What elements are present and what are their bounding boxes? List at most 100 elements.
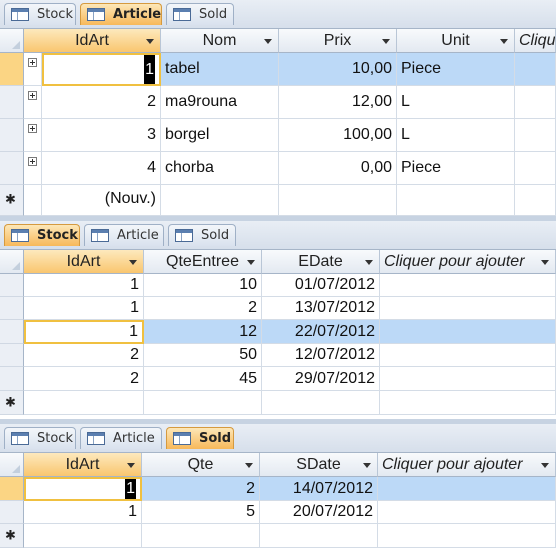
table-cell[interactable] [380,320,556,344]
dropdown-arrow-icon[interactable] [541,260,549,265]
table-cell[interactable] [515,53,556,86]
record-selector[interactable] [0,86,24,119]
new-record-selector[interactable] [0,185,24,216]
expand-plus-icon[interactable] [28,58,37,67]
table-cell[interactable]: chorba [161,152,279,185]
table-cell[interactable]: 1 [42,53,161,86]
table-cell[interactable]: 1 [24,274,144,297]
table-cell[interactable]: 1 [24,297,144,320]
dropdown-arrow-icon[interactable] [247,260,255,265]
table-cell[interactable] [24,86,42,119]
dropdown-arrow-icon[interactable] [500,39,508,44]
table-cell[interactable]: 12/07/2012 [262,344,380,367]
column-header-add-field[interactable]: Cliquer pour ajouter [378,453,556,477]
dropdown-arrow-icon[interactable] [127,463,135,468]
dropdown-arrow-icon[interactable] [129,260,137,265]
record-selector[interactable] [0,320,24,344]
dropdown-arrow-icon[interactable] [365,260,373,265]
expand-plus-icon[interactable] [28,91,37,100]
column-header-add-field[interactable]: Cliquer pour ajouter [380,250,556,274]
table-cell[interactable] [515,152,556,185]
table-cell[interactable]: 22/07/2012 [262,320,380,344]
table-cell[interactable] [397,185,515,216]
select-all-corner[interactable] [0,29,24,53]
table-cell[interactable] [380,297,556,320]
table-cell[interactable] [515,185,556,216]
table-cell[interactable] [24,391,144,415]
record-selector[interactable] [0,152,24,185]
column-header-nom[interactable]: Nom [161,29,279,53]
tab-sold[interactable]: Sold [166,3,234,25]
table-cell[interactable]: 1 [24,477,142,501]
table-cell[interactable]: ma9rouna [161,86,279,119]
table-cell[interactable]: 2 [42,86,161,119]
record-selector[interactable] [0,477,24,501]
table-cell[interactable]: borgel [161,119,279,152]
dropdown-arrow-icon[interactable] [363,463,371,468]
column-header-add-field[interactable]: Clique [515,29,556,53]
table-cell[interactable]: Piece [397,53,515,86]
table-cell[interactable] [515,119,556,152]
table-cell[interactable] [24,152,42,185]
table-cell[interactable] [24,53,42,86]
column-header-prix[interactable]: Prix [279,29,397,53]
table-cell[interactable]: 12 [144,320,262,344]
dropdown-arrow-icon[interactable] [146,39,154,44]
table-cell[interactable]: 13/07/2012 [262,297,380,320]
table-cell[interactable] [378,477,556,501]
table-cell[interactable]: 01/07/2012 [262,274,380,297]
expand-plus-icon[interactable] [28,157,37,166]
table-cell[interactable] [380,344,556,367]
record-selector[interactable] [0,344,24,367]
table-cell[interactable]: 2 [142,477,260,501]
table-cell[interactable] [380,367,556,391]
table-cell[interactable]: 2 [24,344,144,367]
table-cell[interactable]: 12,00 [279,86,397,119]
column-header-sdate[interactable]: SDate [260,453,378,477]
record-selector[interactable] [0,119,24,152]
tab-stock[interactable]: Stock [4,3,76,25]
record-selector[interactable] [0,274,24,297]
dropdown-arrow-icon[interactable] [382,39,390,44]
record-selector[interactable] [0,297,24,320]
table-cell[interactable]: 5 [142,501,260,524]
table-cell[interactable]: 2 [24,367,144,391]
column-header-idart[interactable]: IdArt [24,29,161,53]
table-cell[interactable]: 50 [144,344,262,367]
table-cell[interactable]: 10 [144,274,262,297]
new-record-selector[interactable] [0,524,24,548]
tab-stock[interactable]: Stock [4,427,76,449]
table-cell[interactable] [260,524,378,548]
record-selector[interactable] [0,501,24,524]
table-cell[interactable] [378,501,556,524]
tab-sold[interactable]: Sold [168,224,236,246]
expand-plus-icon[interactable] [28,124,37,133]
new-record-cell[interactable]: (Nouv.) [42,185,161,216]
column-header-edate[interactable]: EDate [262,250,380,274]
table-cell[interactable]: Piece [397,152,515,185]
tab-article[interactable]: Article [84,224,164,246]
table-cell[interactable]: 4 [42,152,161,185]
dropdown-arrow-icon[interactable] [245,463,253,468]
select-all-corner[interactable] [0,250,24,274]
tab-article[interactable]: Article [80,427,162,449]
table-cell[interactable]: L [397,86,515,119]
table-cell[interactable]: 1 [24,501,142,524]
table-cell[interactable] [380,391,556,415]
tab-article[interactable]: Article [80,3,162,25]
table-cell[interactable] [24,119,42,152]
table-cell[interactable]: 2 [144,297,262,320]
table-cell[interactable]: 10,00 [279,53,397,86]
table-cell[interactable]: 14/07/2012 [260,477,378,501]
tab-stock[interactable]: Stock [4,224,80,246]
table-cell[interactable] [144,391,262,415]
table-cell[interactable]: 29/07/2012 [262,367,380,391]
table-cell[interactable]: 0,00 [279,152,397,185]
record-selector[interactable] [0,367,24,391]
tab-sold[interactable]: Sold [166,427,234,449]
dropdown-arrow-icon[interactable] [264,39,272,44]
select-all-corner[interactable] [0,453,24,477]
column-header-idart[interactable]: IdArt [24,250,144,274]
table-cell[interactable]: 1 [24,320,144,344]
table-cell[interactable] [279,185,397,216]
